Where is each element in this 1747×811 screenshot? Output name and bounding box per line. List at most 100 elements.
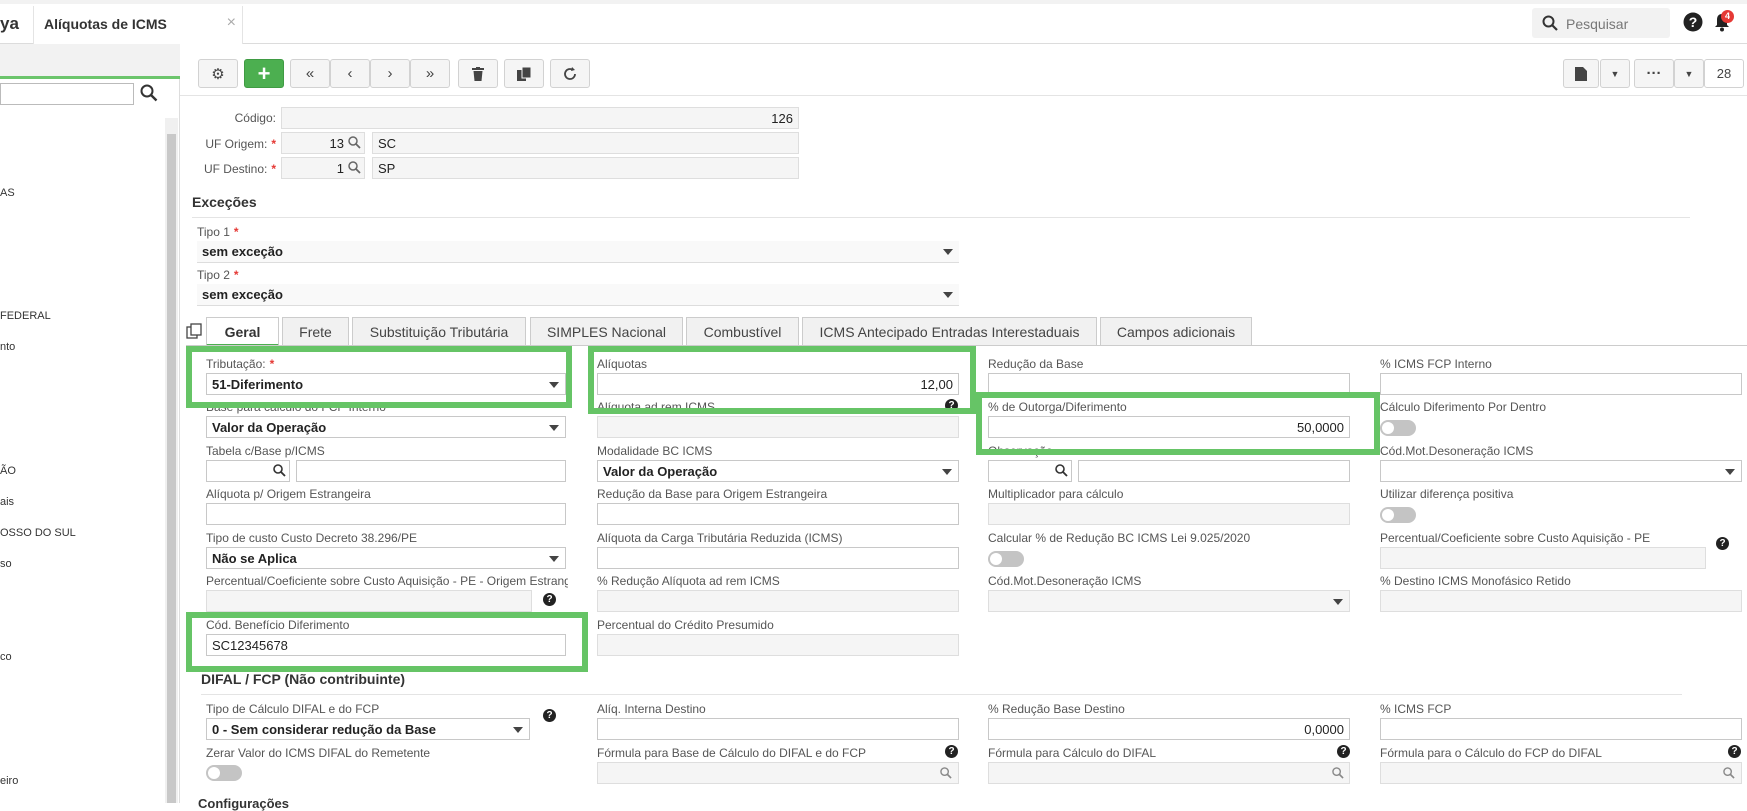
- tab-title: Alíquotas de ICMS: [44, 16, 167, 32]
- tipo-custo-select[interactable]: Não se Aplica: [206, 547, 566, 569]
- formula-fcp-field[interactable]: [1380, 762, 1742, 784]
- tipo1-select[interactable]: sem exceção: [197, 241, 959, 263]
- list-item[interactable]: so: [0, 558, 12, 570]
- tab-close-button[interactable]: ×: [227, 14, 236, 32]
- previous-record-button[interactable]: ‹: [330, 59, 370, 88]
- icms-fcp-interno-field[interactable]: [1380, 373, 1742, 395]
- export-dropdown-button[interactable]: ▼: [1600, 59, 1630, 88]
- tabela-base-name-field: [296, 460, 566, 482]
- left-scrollbar-thumb[interactable]: [167, 134, 176, 803]
- help-icon[interactable]: ?: [1683, 12, 1703, 32]
- tipo2-select[interactable]: sem exceção: [197, 284, 959, 306]
- chevron-down-icon: [549, 425, 559, 431]
- red-base-origem-field[interactable]: [597, 503, 959, 525]
- diferenca-positiva-label: Utilizar diferença positiva: [1380, 487, 1514, 501]
- zerar-toggle[interactable]: [206, 765, 242, 781]
- formula-difal-help-icon[interactable]: ?: [1337, 745, 1350, 758]
- red-base-destino-field[interactable]: 0,0000: [988, 718, 1350, 740]
- add-button[interactable]: +: [244, 59, 284, 88]
- calc-reducao-toggle[interactable]: [988, 551, 1024, 567]
- aliq-origem-estr-label: Alíquota p/ Origem Estrangeira: [206, 487, 371, 501]
- formula-fcp-label: Fórmula para o Cálculo do FCP do DIFAL: [1380, 746, 1602, 760]
- global-search[interactable]: Pesquisar: [1532, 8, 1670, 38]
- diferenca-positiva-toggle[interactable]: [1380, 507, 1416, 523]
- export-button[interactable]: [1563, 59, 1599, 88]
- observacao-search-icon[interactable]: [1055, 464, 1068, 477]
- plus-icon: +: [257, 60, 271, 86]
- settings-button[interactable]: ⚙: [198, 59, 238, 88]
- highlight-box-outorga: [976, 392, 1380, 455]
- page-number-field[interactable]: 28: [1704, 59, 1744, 88]
- calc-diferimento-toggle[interactable]: [1380, 420, 1416, 436]
- formula-base-help-icon[interactable]: ?: [945, 745, 958, 758]
- formula-base-search-icon[interactable]: [940, 767, 952, 779]
- base-fcp-select[interactable]: Valor da Operação: [206, 416, 566, 438]
- tab-icms-antecipado[interactable]: ICMS Antecipado Entradas Interestaduais: [802, 317, 1097, 345]
- aliq-origem-estr-field[interactable]: [206, 503, 566, 525]
- tabela-base-search-icon[interactable]: [273, 464, 286, 477]
- next-record-button[interactable]: ›: [370, 59, 410, 88]
- cod-mot-deson-select[interactable]: [1380, 460, 1742, 482]
- first-record-button[interactable]: «: [290, 59, 330, 88]
- red-base-origem-label: Redução da Base para Origem Estrangeira: [597, 487, 828, 501]
- tab-aliquotas[interactable]: Alíquotas de ICMS ×: [33, 6, 243, 44]
- refresh-icon: [564, 66, 576, 80]
- chevron-right-icon: ›: [387, 65, 393, 82]
- perc-coef-help-icon[interactable]: ?: [1716, 537, 1729, 550]
- formula-difal-search-icon[interactable]: [1332, 767, 1344, 779]
- list-item[interactable]: ais: [0, 496, 14, 508]
- list-item[interactable]: nto: [0, 341, 15, 353]
- last-record-button[interactable]: »: [410, 59, 450, 88]
- document-icon: [1575, 66, 1587, 81]
- copy-tab-icon[interactable]: [186, 323, 202, 339]
- list-item[interactable]: co: [0, 651, 12, 663]
- tab-campos-adicionais[interactable]: Campos adicionais: [1100, 317, 1252, 345]
- tab-simples-nacional[interactable]: SIMPLES Nacional: [530, 317, 683, 345]
- difal-divider: [201, 694, 1682, 695]
- aliq-carga-label: Alíquota da Carga Tributária Reduzida (I…: [597, 531, 843, 545]
- uf-origem-search-icon[interactable]: [348, 136, 361, 149]
- ellipsis-icon: ···: [1646, 65, 1662, 82]
- chevron-down-icon: [943, 292, 953, 298]
- aliq-interna-field[interactable]: [597, 718, 959, 740]
- more-dropdown-button[interactable]: ▼: [1674, 59, 1704, 88]
- formula-fcp-help-icon[interactable]: ?: [1728, 745, 1741, 758]
- codigo-label: Código:: [234, 111, 276, 125]
- icms-fcp-field[interactable]: [1380, 718, 1742, 740]
- chevron-down-icon: [943, 249, 953, 255]
- tipo-calc-select[interactable]: 0 - Sem considerar redução da Base: [206, 718, 530, 740]
- top-bar: ya Alíquotas de ICMS × Pesquisar ? 4: [0, 0, 1747, 44]
- delete-button[interactable]: [458, 59, 498, 88]
- double-chevron-right-icon: »: [425, 65, 435, 82]
- perc-coef-origem-help-icon[interactable]: ?: [543, 593, 556, 606]
- tipo-custo-label: Tipo de custo Custo Decreto 38.296/PE: [206, 531, 418, 545]
- formula-base-field[interactable]: [597, 762, 959, 784]
- tab-combustivel[interactable]: Combustível: [686, 317, 799, 345]
- list-item[interactable]: ÃO: [0, 465, 16, 477]
- perc-coef-origem-label: Percentual/Coeficiente sobre Custo Aquis…: [206, 574, 568, 588]
- formula-difal-field[interactable]: [988, 762, 1350, 784]
- list-item[interactable]: OSSO DO SUL: [0, 527, 76, 539]
- duplicate-button[interactable]: [504, 59, 544, 88]
- formula-fcp-search-icon[interactable]: [1723, 767, 1735, 779]
- left-search-input[interactable]: [0, 83, 134, 105]
- gear-icon: ⚙: [211, 65, 225, 83]
- refresh-button[interactable]: [550, 59, 590, 88]
- modalidade-select[interactable]: Valor da Operação: [597, 460, 959, 482]
- caret-down-icon: ▼: [1610, 68, 1620, 79]
- highlight-box-tributacao: [186, 346, 572, 408]
- aliq-carga-field[interactable]: [597, 547, 959, 569]
- list-item[interactable]: AS: [0, 187, 15, 199]
- tab-frete[interactable]: Frete: [282, 317, 349, 345]
- uf-destino-search-icon[interactable]: [348, 161, 361, 174]
- tab-geral[interactable]: Geral: [206, 317, 279, 347]
- caret-down-icon: ▼: [1684, 68, 1694, 79]
- left-search-icon[interactable]: [140, 84, 158, 102]
- list-item[interactable]: FEDERAL: [0, 310, 51, 322]
- toolbar-divider: [180, 95, 1747, 96]
- more-actions-button[interactable]: ···: [1634, 59, 1674, 88]
- perc-credito-field: [597, 634, 959, 656]
- list-item[interactable]: eiro: [0, 775, 18, 787]
- tab-substituicao-tributaria[interactable]: Substituição Tributária: [352, 317, 526, 345]
- tipo-calc-help-icon[interactable]: ?: [543, 709, 556, 722]
